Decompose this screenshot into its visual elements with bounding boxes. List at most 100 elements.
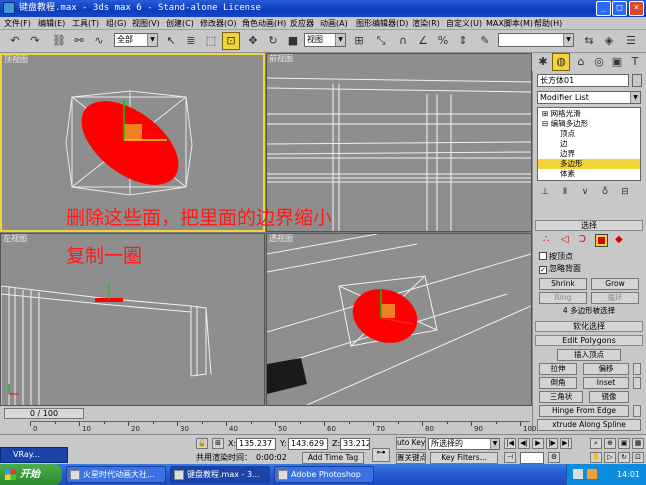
select-manipulate-icon[interactable]: ⤡ bbox=[372, 32, 390, 50]
selection-region-icon[interactable]: ⬚ bbox=[202, 32, 220, 50]
object-name-field[interactable]: 长方体01 bbox=[537, 74, 629, 87]
grow-button[interactable]: Grow bbox=[591, 278, 639, 290]
task-browser[interactable]: 火星时代动画大社... bbox=[66, 466, 166, 483]
task-photoshop[interactable]: Adobe Photoshop bbox=[274, 466, 374, 483]
bind-spacewarp-icon[interactable]: ∿ bbox=[90, 32, 108, 50]
menu-character[interactable]: 角色动画(H) bbox=[242, 17, 286, 30]
menu-views[interactable]: 视图(V) bbox=[132, 17, 160, 30]
key-mode-toggle-icon[interactable]: ⊣ bbox=[504, 452, 516, 463]
clock[interactable]: 14:01 bbox=[617, 464, 640, 485]
link-icon[interactable]: ⛓ bbox=[50, 32, 68, 50]
add-time-tag-button[interactable]: Add Time Tag bbox=[302, 452, 364, 464]
modify-tab-icon[interactable]: ◍ bbox=[552, 53, 570, 71]
flip-button[interactable]: 镜像 bbox=[589, 391, 629, 403]
configure-modifier-icon[interactable]: ⊟ bbox=[617, 185, 633, 199]
unlink-icon[interactable]: ⚯ bbox=[70, 32, 88, 50]
key-filters-button[interactable]: Key Filters... bbox=[430, 452, 498, 464]
layer-manager-icon[interactable]: ☰ bbox=[622, 32, 640, 50]
select-scale-icon[interactable]: ■ bbox=[284, 32, 302, 50]
set-key-button[interactable]: 置关键点 bbox=[396, 452, 426, 464]
stack-item-element[interactable]: 体素 bbox=[538, 169, 640, 179]
track-bar[interactable]: 0 10 20 30 40 50 60 70 80 90 100 bbox=[30, 421, 536, 433]
motion-tab-icon[interactable]: ◎ bbox=[590, 53, 608, 71]
undo-icon[interactable]: ↶ bbox=[6, 32, 24, 50]
stack-item-editpoly[interactable]: ⊟ 编辑多边形 bbox=[538, 119, 640, 129]
task-3dsmax[interactable]: 键盘教程.max - 3... bbox=[170, 466, 270, 483]
zoom-all-icon[interactable]: ⊕ bbox=[604, 438, 616, 449]
stack-item-edge[interactable]: 边 bbox=[538, 139, 640, 149]
show-end-result-icon[interactable]: Ⅱ bbox=[557, 185, 573, 199]
field-of-view-icon[interactable]: ▷ bbox=[604, 452, 616, 463]
menu-group[interactable]: 组(G) bbox=[106, 17, 126, 30]
vray-window-task[interactable]: VRay... bbox=[0, 447, 68, 463]
stack-item-polygon[interactable]: 多边形 bbox=[538, 159, 640, 169]
z-coordinate-field[interactable]: 33.212 bbox=[340, 438, 370, 450]
viewport-perspective[interactable]: 透视图 bbox=[266, 233, 532, 406]
window-crossing-icon[interactable]: ⊡ bbox=[222, 32, 240, 50]
selection-filter-dropdown[interactable]: 全部 ▼ bbox=[114, 33, 158, 47]
menu-modifiers[interactable]: 修改器(O) bbox=[200, 17, 237, 30]
menu-reactor[interactable]: 反应器 bbox=[290, 17, 314, 30]
ignore-backfacing-checkbox[interactable]: ✓ 忽略背面 bbox=[539, 264, 581, 274]
key-mode-dropdown[interactable]: 所选择的 ▼ bbox=[428, 438, 500, 450]
minimize-button[interactable]: _ bbox=[596, 1, 611, 16]
align-icon[interactable]: ◈ bbox=[600, 32, 618, 50]
arc-rotate-icon[interactable]: ↻ bbox=[618, 452, 630, 463]
lock-selection-icon[interactable]: 🔒 bbox=[196, 438, 208, 449]
insert-vertex-button[interactable]: 插入顶点 bbox=[557, 349, 621, 361]
shrink-button[interactable]: Shrink bbox=[539, 278, 587, 290]
object-color-swatch[interactable] bbox=[632, 74, 642, 87]
select-rotate-icon[interactable]: ↻ bbox=[264, 32, 282, 50]
close-button[interactable]: × bbox=[629, 1, 644, 16]
next-frame-icon[interactable]: |▶ bbox=[546, 438, 558, 449]
menu-tools[interactable]: 工具(T) bbox=[72, 17, 99, 30]
pan-icon[interactable]: ✋ bbox=[590, 452, 602, 463]
utilities-tab-icon[interactable]: T bbox=[626, 53, 644, 71]
polygon-mode-icon[interactable] bbox=[595, 234, 608, 247]
y-coordinate-field[interactable]: 143.629 bbox=[288, 438, 328, 450]
mirror-icon[interactable]: ⇆ bbox=[580, 32, 598, 50]
menu-create[interactable]: 创建(C) bbox=[166, 17, 194, 30]
menu-animation[interactable]: 动画(A) bbox=[320, 17, 348, 30]
border-mode-icon[interactable]: Ↄ bbox=[579, 234, 586, 245]
hierarchy-tab-icon[interactable]: ⌂ bbox=[572, 53, 590, 71]
menu-customize[interactable]: 自定义(U) bbox=[446, 17, 482, 30]
loop-button[interactable]: 循环 bbox=[591, 292, 639, 304]
time-slider[interactable]: 0 / 100 bbox=[4, 408, 84, 419]
stack-item-border[interactable]: 边界 bbox=[538, 149, 640, 159]
maximize-button[interactable]: □ bbox=[612, 1, 627, 16]
tray-icon[interactable] bbox=[573, 469, 583, 479]
select-object-icon[interactable]: ↖ bbox=[162, 32, 180, 50]
volume-icon[interactable] bbox=[587, 469, 597, 479]
outline-button[interactable]: 偏移 bbox=[583, 363, 629, 375]
goto-end-icon[interactable]: ▶| bbox=[560, 438, 572, 449]
element-mode-icon[interactable]: ◆ bbox=[615, 234, 623, 245]
inset-button[interactable]: Inset bbox=[583, 377, 629, 389]
by-vertex-checkbox[interactable]: 按顶点 bbox=[539, 252, 573, 262]
edit-polygons-rollout-header[interactable]: Edit Polygons bbox=[535, 335, 643, 346]
extrude-along-spline-button[interactable]: xtrude Along Spline bbox=[537, 419, 641, 431]
zoom-extents-icon[interactable]: ▣ bbox=[618, 438, 630, 449]
maximize-viewport-icon[interactable]: ⊡ bbox=[632, 452, 644, 463]
extrude-button[interactable]: 拉伸 bbox=[539, 363, 577, 375]
start-button[interactable]: 开始 bbox=[0, 464, 62, 485]
vertex-mode-icon[interactable]: ∴ bbox=[543, 234, 549, 245]
spinner-snap-icon[interactable]: ⇕ bbox=[454, 32, 472, 50]
named-selection-icon[interactable]: ✎ bbox=[476, 32, 494, 50]
menu-file[interactable]: 文件(F) bbox=[4, 17, 31, 30]
soft-selection-rollout-header[interactable]: 软化选择 bbox=[535, 321, 643, 332]
extrude-settings-button[interactable] bbox=[633, 363, 641, 375]
edge-mode-icon[interactable]: ◁ bbox=[561, 234, 569, 245]
hinge-settings-button[interactable] bbox=[633, 405, 641, 417]
current-frame-field[interactable] bbox=[520, 452, 544, 464]
menu-help[interactable]: 帮助(H) bbox=[534, 17, 562, 30]
make-unique-icon[interactable]: ∨ bbox=[577, 185, 593, 199]
menu-maxscript[interactable]: MAX脚本(M) bbox=[486, 17, 533, 30]
inset-settings-button[interactable] bbox=[633, 377, 641, 389]
pin-stack-icon[interactable]: ⊥ bbox=[537, 185, 553, 199]
x-coordinate-field[interactable]: 135.237 bbox=[236, 438, 276, 450]
stack-item-vertex[interactable]: 顶点 bbox=[538, 129, 640, 139]
play-icon[interactable]: ▶ bbox=[532, 438, 544, 449]
angle-snap-icon[interactable]: ∠ bbox=[414, 32, 432, 50]
triangulate-button[interactable]: 三角状 bbox=[539, 391, 583, 403]
